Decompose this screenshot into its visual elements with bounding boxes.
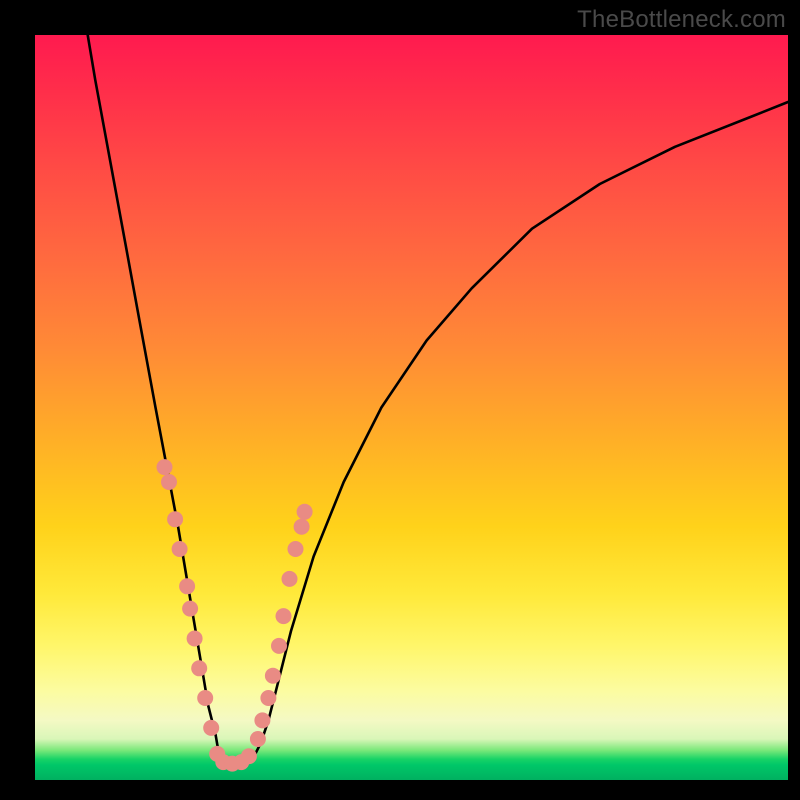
marker-dot [254,712,270,728]
marker-dot [271,638,287,654]
marker-dot [172,541,188,557]
marker-dot [197,690,213,706]
marker-dot [182,601,198,617]
chart-frame: TheBottleneck.com [0,0,800,800]
marker-dot [265,668,281,684]
marker-dot [276,608,292,624]
marker-dot [241,748,257,764]
curve-path [88,35,788,765]
marker-dot [179,578,195,594]
marker-dot [297,504,313,520]
plot-area [35,35,788,780]
curve-svg [35,35,788,780]
marker-dot [250,731,266,747]
marker-dot [157,459,173,475]
marker-dot [260,690,276,706]
watermark-label: TheBottleneck.com [577,6,786,34]
marker-dot [187,631,203,647]
marker-dot [161,474,177,490]
marker-dot [167,511,183,527]
marker-dot [191,660,207,676]
marker-dot [294,519,310,535]
marker-dot [282,571,298,587]
marker-dots [157,459,313,771]
marker-dot [203,720,219,736]
marker-dot [288,541,304,557]
